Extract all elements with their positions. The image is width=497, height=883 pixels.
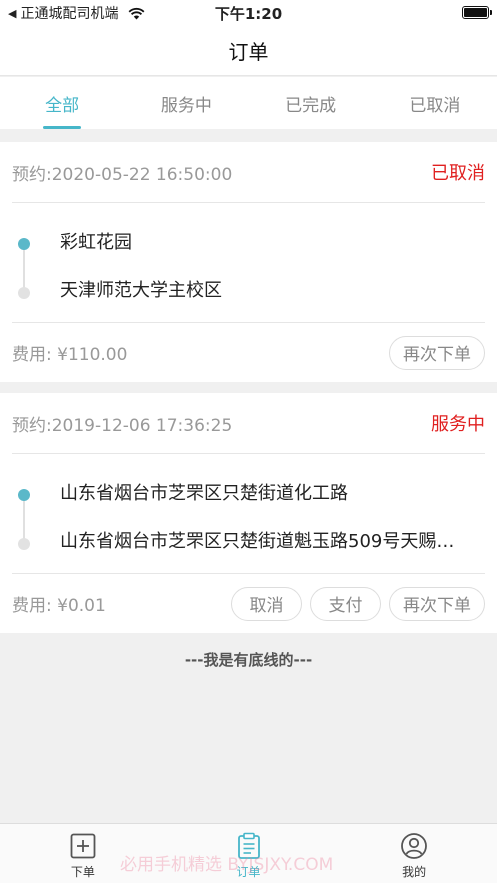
pay-button[interactable]: 支付 <box>310 586 381 621</box>
back-to-app[interactable]: ◀ 正通城配司机端 <box>0 3 200 23</box>
page-title: 订单 <box>228 40 269 64</box>
order-card-footer: 费用: ¥110.00 再次下单 <box>12 323 485 382</box>
order-card[interactable]: 预约:2019-12-06 17:36:25 服务中 山东省烟台市芝罘区只楚街道… <box>0 393 497 633</box>
order-route: 彩虹花园 天津师范大学主校区 <box>12 203 485 323</box>
start-dot-icon <box>18 489 30 501</box>
order-actions: 取消 支付 再次下单 <box>223 586 485 621</box>
dropoff-address: 山东省烟台市芝罘区只楚街道魁玉路509号天赐… <box>60 531 455 552</box>
reorder-button[interactable]: 再次下单 <box>389 335 485 370</box>
wifi-icon <box>129 7 145 19</box>
end-of-list-note: ---我是有底线的--- <box>184 651 313 669</box>
tab-in-service[interactable]: 服务中 <box>124 77 248 129</box>
order-card-header: 预约:2019-12-06 17:36:25 服务中 <box>12 393 485 454</box>
tab-completed[interactable]: 已完成 <box>249 77 373 129</box>
battery-icon <box>462 6 492 19</box>
booking-time: 预约:2020-05-22 16:50:00 <box>12 164 233 185</box>
tabbar-item-profile[interactable]: 我的 <box>331 824 497 883</box>
tabbar-label: 订单 <box>236 865 261 879</box>
tabbar-label: 我的 <box>402 865 427 879</box>
reorder-button[interactable]: 再次下单 <box>389 586 485 621</box>
status-bar: ◀ 正通城配司机端 下午1:20 <box>0 0 497 26</box>
bottom-tabbar: 下单 订单 我的 <box>0 823 497 883</box>
booking-time: 预约:2019-12-06 17:36:25 <box>12 415 233 436</box>
dropoff-address: 天津师范大学主校区 <box>60 280 222 301</box>
pickup-address: 山东省烟台市芝罘区只楚街道化工路 <box>60 483 348 504</box>
order-filter-tabs: 全部 服务中 已完成 已取消 <box>0 77 497 129</box>
tabbar-item-place-order[interactable]: 下单 <box>0 824 166 883</box>
order-fee: 费用: ¥0.01 <box>12 596 106 616</box>
tab-all[interactable]: 全部 <box>0 77 124 129</box>
tabbar-item-orders[interactable]: 订单 <box>166 824 332 883</box>
clipboard-icon <box>237 832 260 859</box>
order-status: 已取消 <box>431 163 485 184</box>
order-card-footer: 费用: ¥0.01 取消 支付 再次下单 <box>12 574 485 633</box>
end-dot-icon <box>18 538 30 550</box>
back-triangle-icon: ◀ <box>8 6 17 20</box>
order-status: 服务中 <box>431 414 485 435</box>
user-circle-icon <box>401 833 428 859</box>
cancel-order-button[interactable]: 取消 <box>231 586 302 621</box>
nav-bar: 订单 <box>0 26 497 76</box>
order-route: 山东省烟台市芝罘区只楚街道化工路 山东省烟台市芝罘区只楚街道魁玉路509号天赐… <box>12 454 485 574</box>
end-dot-icon <box>18 287 30 299</box>
order-card[interactable]: 预约:2020-05-22 16:50:00 已取消 彩虹花园 天津师范大学主校… <box>0 142 497 382</box>
order-actions: 再次下单 <box>381 335 485 370</box>
back-app-label: 正通城配司机端 <box>20 6 119 22</box>
tab-cancelled[interactable]: 已取消 <box>373 77 497 129</box>
start-dot-icon <box>18 238 30 250</box>
pickup-address: 彩虹花园 <box>60 232 132 253</box>
order-card-header: 预约:2020-05-22 16:50:00 已取消 <box>12 142 485 203</box>
order-fee: 费用: ¥110.00 <box>12 345 128 365</box>
plus-square-icon <box>70 833 96 859</box>
battery-level <box>464 8 487 17</box>
tabbar-label: 下单 <box>70 865 95 879</box>
